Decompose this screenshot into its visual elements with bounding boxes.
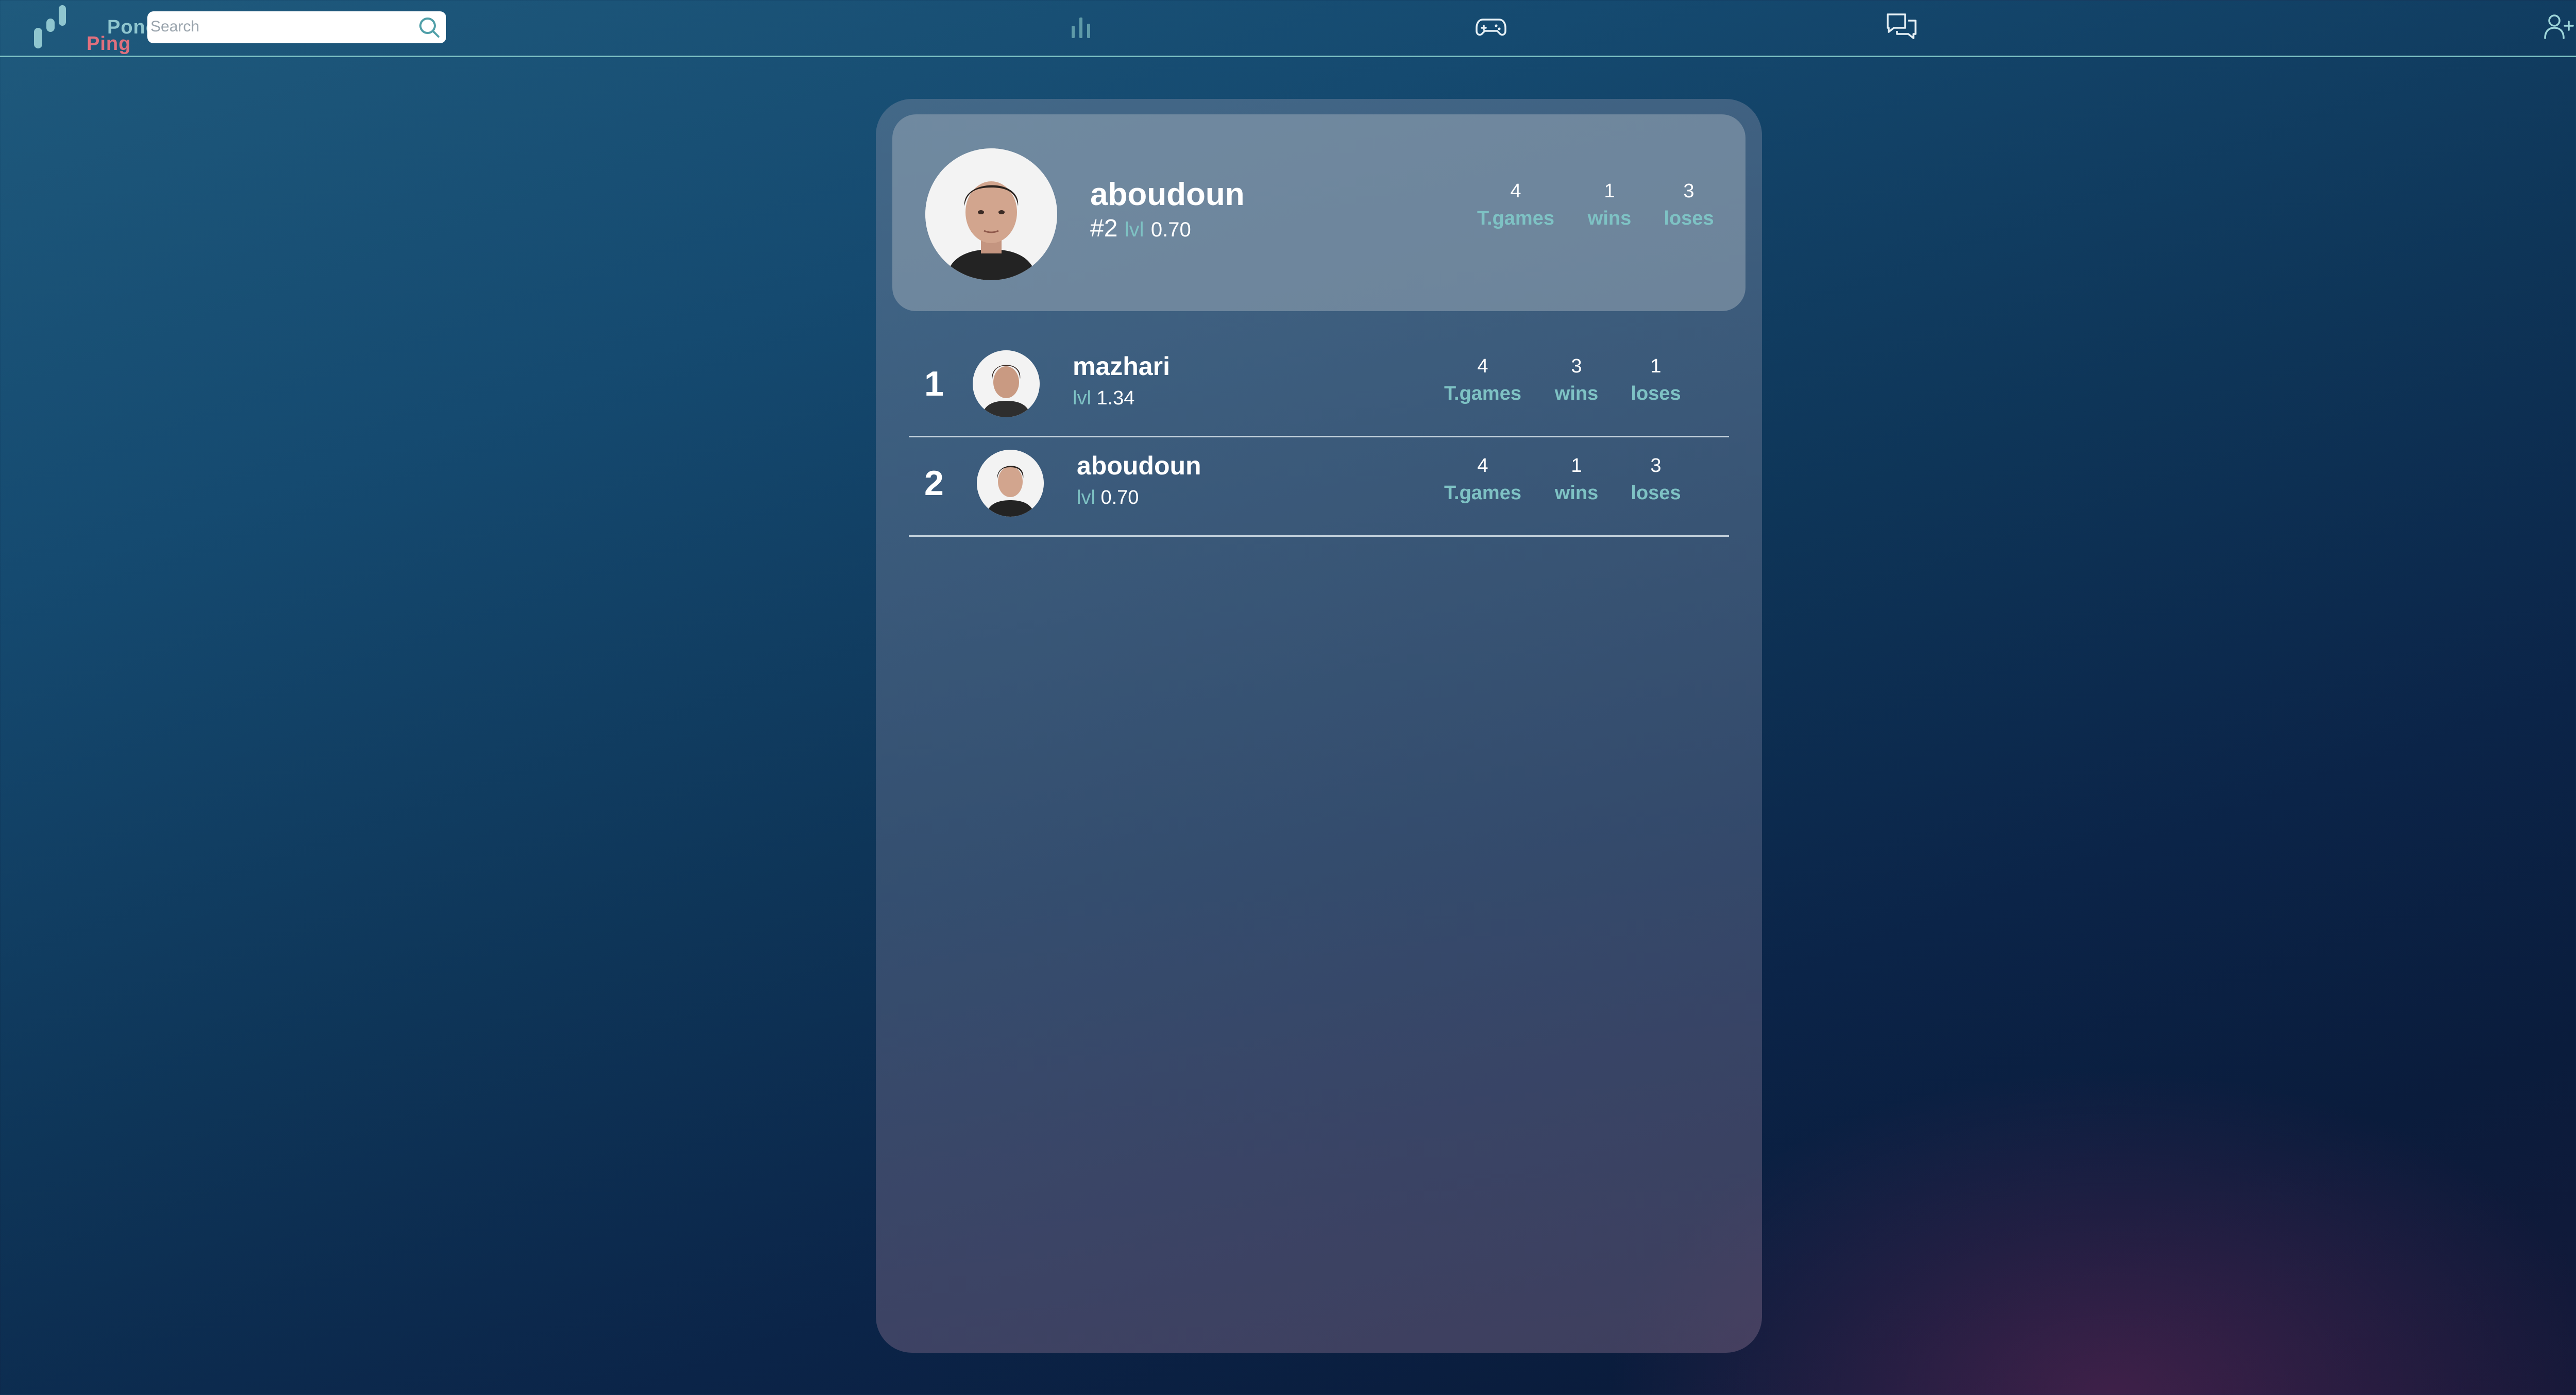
- top-navbar: Pong Ping: [0, 0, 2576, 57]
- level-label: lvl: [1124, 218, 1144, 241]
- player-name: aboudoun: [1077, 451, 1201, 480]
- leaderboard-row[interactable]: 2 aboudoun lvl 0.70 4 T.games 1 wins 3 l…: [909, 437, 1729, 537]
- player-name: mazhari: [1073, 352, 1170, 381]
- stat-value: 1: [1650, 355, 1662, 377]
- stat-label: loses: [1631, 383, 1681, 404]
- current-user-rank: #2: [1090, 215, 1118, 242]
- gamepad-icon[interactable]: [1475, 10, 1507, 43]
- search-icon[interactable]: [417, 15, 441, 39]
- stat-total-games: 4 T.games: [1464, 180, 1567, 230]
- level-label: lvl: [1073, 387, 1091, 409]
- stat-label: T.games: [1444, 383, 1521, 404]
- stat-loses: 1 loses: [1604, 355, 1707, 405]
- level-value: 0.70: [1100, 487, 1139, 508]
- current-user-level: 0.70: [1150, 218, 1191, 241]
- stat-label: T.games: [1444, 482, 1521, 504]
- stat-value: 3: [1650, 455, 1662, 477]
- stat-label: T.games: [1477, 208, 1554, 229]
- logo-text-ping: Ping: [87, 33, 131, 55]
- current-user-avatar: [925, 148, 1057, 280]
- stat-label: loses: [1631, 482, 1681, 504]
- logo[interactable]: Pong Ping: [32, 3, 158, 55]
- level-value: 1.34: [1096, 387, 1135, 409]
- search-input[interactable]: [150, 15, 398, 38]
- stat-total-games: 4 T.games: [1431, 455, 1534, 504]
- current-user-rank-level: #2 lvl 0.70: [1090, 214, 1191, 243]
- chat-icon[interactable]: [1885, 10, 1918, 43]
- logo-paddles-icon: [34, 5, 66, 48]
- stat-value: 4: [1510, 180, 1521, 202]
- stat-value: 4: [1477, 455, 1488, 477]
- stats-icon[interactable]: [1064, 10, 1097, 43]
- stat-label: loses: [1664, 208, 1714, 229]
- stat-value: 4: [1477, 355, 1488, 377]
- current-user-name: aboudoun: [1090, 177, 1245, 212]
- stat-loses: 3 loses: [1637, 180, 1740, 230]
- stat-loses: 3 loses: [1604, 455, 1707, 504]
- leaderboard-panel: aboudoun #2 lvl 0.70 4 T.games 1 wins 3 …: [876, 99, 1762, 1353]
- stat-value: 3: [1683, 180, 1694, 202]
- player-level: lvl 0.70: [1077, 487, 1139, 509]
- level-label: lvl: [1077, 487, 1095, 508]
- add-friend-icon[interactable]: [2542, 10, 2575, 43]
- player-level: lvl 1.34: [1073, 387, 1134, 410]
- row-rank: 1: [924, 364, 944, 403]
- player-avatar: [977, 450, 1044, 517]
- leaderboard-row[interactable]: 1 mazhari lvl 1.34 4 T.games 3 wins 1 lo…: [909, 338, 1729, 437]
- player-avatar: [973, 350, 1040, 417]
- stat-total-games: 4 T.games: [1431, 355, 1534, 405]
- search-box: [147, 11, 446, 43]
- row-rank: 2: [924, 464, 944, 503]
- current-user-card: aboudoun #2 lvl 0.70 4 T.games 1 wins 3 …: [892, 114, 1745, 311]
